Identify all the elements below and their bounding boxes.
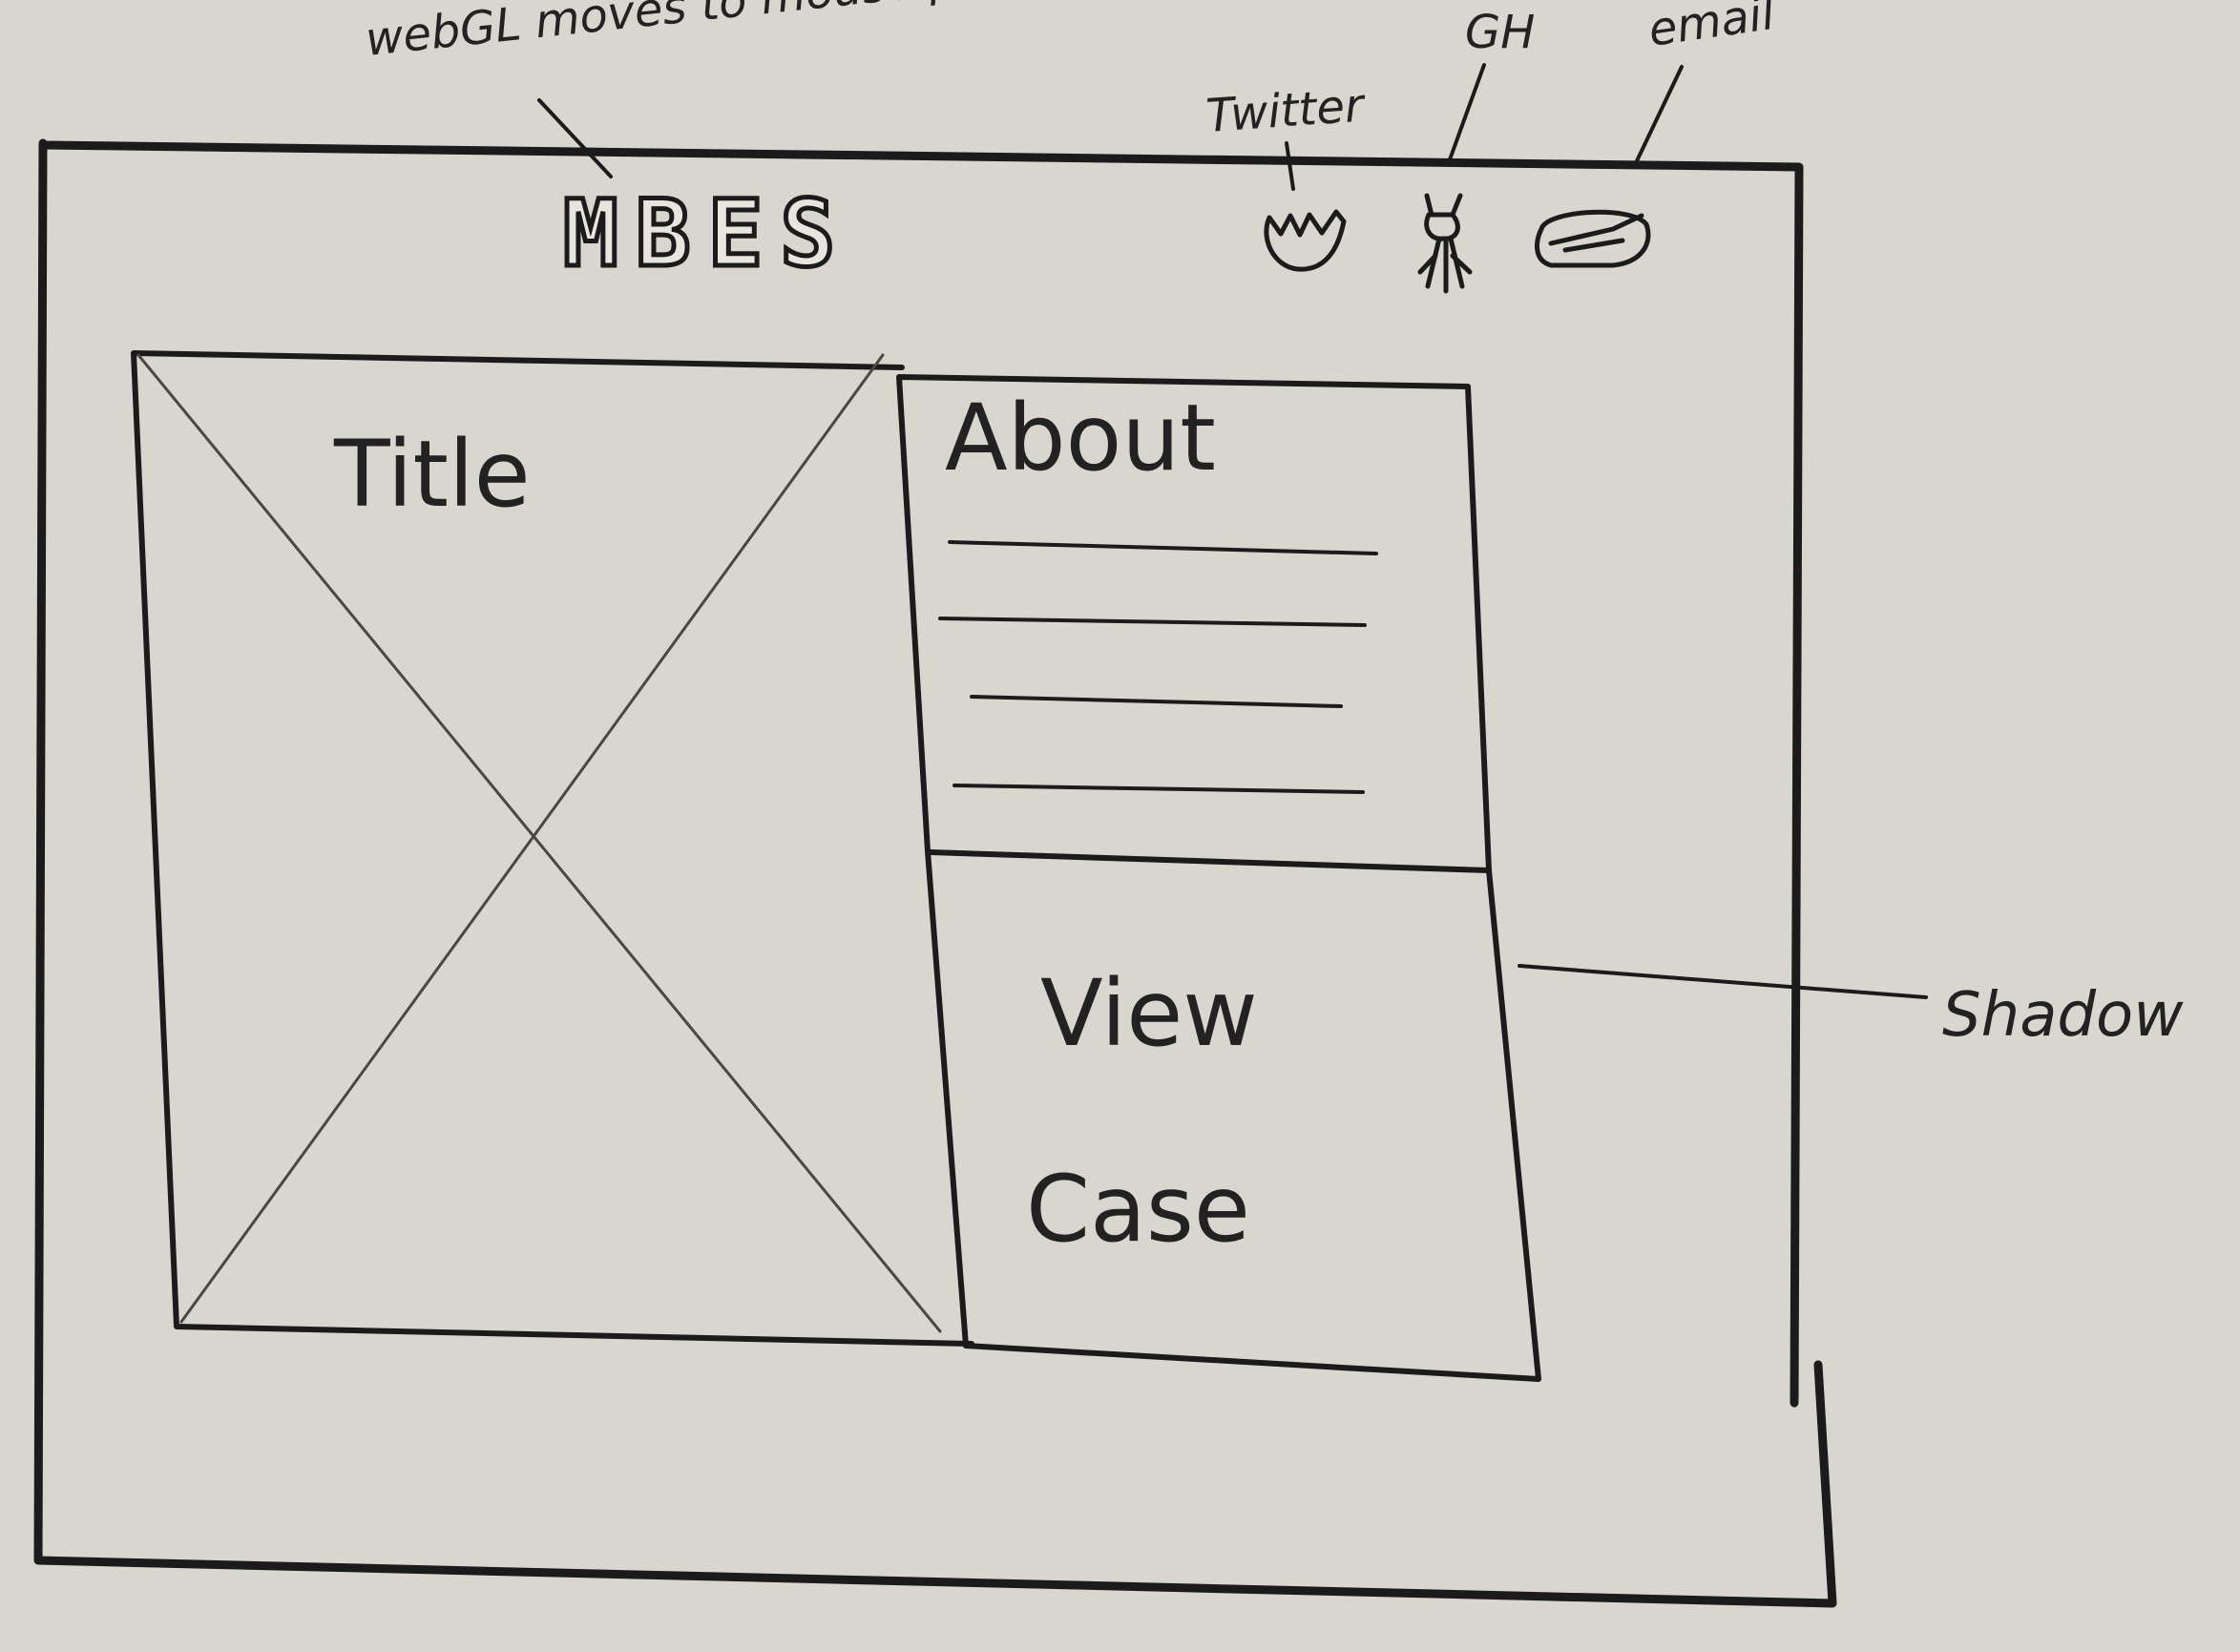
github-annotation-pointer: [1447, 63, 1486, 164]
email-annotation: email: [1645, 0, 1779, 57]
email-icon[interactable]: [1535, 209, 1651, 268]
github-annotation: GH: [1465, 6, 1535, 59]
image-placeholder-cross: [136, 353, 942, 1333]
hero-title: Title: [333, 421, 531, 528]
view-case-line1: View: [1040, 960, 1258, 1067]
about-text-line: [970, 695, 1343, 708]
about-heading: About: [945, 385, 1216, 491]
browser-frame: [33, 138, 1837, 1608]
hero-panel: Title: [131, 350, 974, 1347]
logo-annotation-pointer: [537, 98, 613, 178]
twitter-annotation: Twitter: [1204, 78, 1369, 143]
view-case-line2: Case: [1026, 1156, 1250, 1263]
logo-annotation: webGL moves to mouse pos: [363, 0, 1012, 67]
email-annotation-pointer: [1632, 65, 1684, 169]
twitter-annotation-pointer: [1285, 141, 1295, 191]
twitter-icon[interactable]: [1264, 209, 1347, 272]
about-text-line: [953, 784, 1365, 794]
shadow-annotation: Shadow: [1942, 980, 2184, 1051]
about-text-line: [948, 540, 1378, 555]
view-case-button[interactable]: View Case: [928, 849, 1541, 1382]
shadow-annotation-pointer: [1518, 964, 1928, 999]
about-text-line: [938, 617, 1367, 627]
site-logo[interactable]: MBES: [561, 178, 852, 290]
github-icon[interactable]: [1417, 193, 1473, 294]
wireframe-sketch: webGL moves to mouse pos Twitter GH emai…: [33, 0, 2184, 1608]
